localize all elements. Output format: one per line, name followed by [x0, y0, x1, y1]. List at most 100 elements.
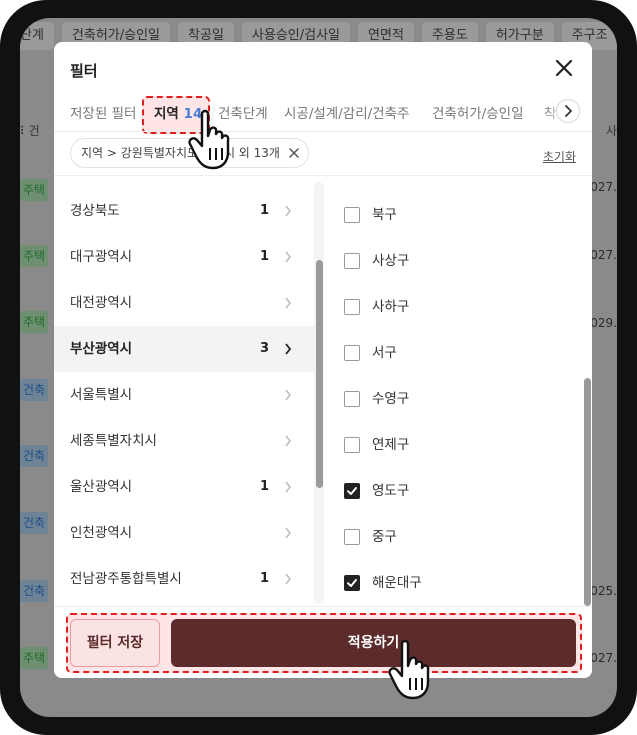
bg-badge: 주택	[20, 647, 48, 669]
tab-saved-filters[interactable]: 저장된 필터	[70, 102, 136, 122]
district-list-scrollbar[interactable]	[584, 378, 591, 606]
bg-date: 025.	[590, 584, 617, 598]
filter-modal: 필터 저장된 필터 지역 14 건축단계 시공/설계/감리/건축주 건축허가/승…	[54, 42, 592, 678]
chevron-right-icon	[285, 343, 292, 355]
district-checkbox[interactable]	[344, 391, 360, 407]
tab-label: 지역	[154, 106, 179, 122]
checkmark-icon	[347, 487, 357, 495]
close-button[interactable]	[552, 56, 576, 80]
chip-text: 지역 > 강원특별자치도	[81, 146, 202, 160]
tab-label: 시공/설계/감리/건축주	[284, 106, 410, 122]
district-checkbox[interactable]	[344, 529, 360, 545]
region-name: 부산광역시	[70, 341, 133, 357]
region-name: 울산광역시	[70, 479, 133, 495]
district-item[interactable]: 해운대구	[334, 560, 574, 604]
pointer-hand-icon	[188, 109, 230, 170]
chevron-right-icon	[285, 389, 291, 401]
district-checkbox-checked[interactable]	[344, 483, 360, 499]
region-count: 1	[260, 203, 270, 218]
district-item[interactable]: 중구	[334, 514, 574, 560]
bg-badge: 건축	[20, 512, 48, 534]
region-item-selected[interactable]: 부산광역시 3	[54, 326, 314, 372]
district-item[interactable]: 사상구	[334, 238, 574, 284]
region-count: 3	[260, 341, 270, 356]
tab-label: 저장된 필터	[70, 106, 137, 122]
bg-badge: 주택	[20, 179, 48, 201]
region-item[interactable]: 인천광역시	[54, 510, 314, 556]
bg-badge: 주택	[20, 311, 48, 333]
district-item[interactable]: 수영구	[334, 376, 574, 422]
region-item[interactable]: 대전광역시	[54, 280, 314, 326]
bg-row-header-left: ⠿ 건	[20, 124, 40, 138]
district-name: 연제구	[372, 437, 410, 453]
district-item[interactable]: 서구	[334, 330, 574, 376]
region-item[interactable]: 경상북도 1	[54, 188, 314, 234]
district-name: 사하구	[372, 299, 410, 315]
region-count: 1	[260, 249, 270, 264]
region-item[interactable]: 세종특별자치시	[54, 418, 314, 464]
bg-badge: 건축	[20, 379, 48, 401]
tab-builder[interactable]: 시공/설계/감리/건축주	[284, 102, 409, 122]
region-item[interactable]: 울산광역시 1	[54, 464, 314, 510]
region-name: 경상북도	[70, 203, 120, 219]
region-list-scrollbar[interactable]	[316, 260, 323, 488]
save-filter-button[interactable]: 필터 저장	[70, 619, 160, 667]
district-checkbox[interactable]	[344, 253, 360, 269]
district-name: 수영구	[372, 391, 410, 407]
device-frame: 단계 건축허가/승인일 착공일 사용승인/검사일 연면적 주용도 허가구분 주구…	[0, 0, 637, 735]
bg-date: 027.	[590, 651, 617, 665]
region-count: 1	[260, 571, 270, 586]
district-checkbox[interactable]	[344, 207, 360, 223]
bg-col-stage: 단계	[20, 22, 54, 50]
district-item[interactable]: 사하구	[334, 284, 574, 330]
divider	[54, 175, 592, 176]
reset-link[interactable]: 초기화	[543, 148, 576, 165]
chip-remove-icon[interactable]	[289, 148, 299, 158]
close-icon	[555, 59, 573, 77]
district-name: 해운대구	[372, 575, 422, 591]
region-name: 서울특별시	[70, 387, 133, 403]
region-list: 경상북도 1 대구광역시 1 대전광역시 부산광역시 3 서울특별시 세종특별자치시 …	[54, 188, 314, 604]
region-name: 전남광주통합특별시	[70, 571, 182, 587]
district-name: 북구	[372, 207, 397, 223]
chevron-right-icon	[285, 435, 291, 447]
district-checkbox[interactable]	[344, 345, 360, 361]
pointer-hand-icon	[388, 639, 430, 700]
bg-badge: 건축	[20, 445, 48, 467]
district-item[interactable]: 북구	[334, 192, 574, 238]
bg-row-header-right: 사	[605, 124, 617, 138]
district-name: 중구	[372, 529, 397, 545]
filter-tabs: 저장된 필터 지역 14 건축단계 시공/설계/감리/건축주 건축허가/승인일 …	[54, 94, 592, 132]
selected-chip-row: 지역 > 강원특별자치도 춘천시 외 13개 초기화	[54, 132, 592, 174]
chevron-right-icon	[285, 205, 291, 217]
bg-date: 027.	[590, 180, 617, 194]
bg-date: 029.	[590, 316, 617, 330]
district-checkbox[interactable]	[344, 299, 360, 315]
district-item[interactable]: 영도구	[334, 468, 574, 514]
apply-button[interactable]: 적용하기	[171, 619, 576, 667]
chevron-right-icon	[285, 573, 291, 585]
chevron-right-icon	[285, 481, 291, 493]
region-name: 대전광역시	[70, 295, 133, 311]
chevron-right-icon	[285, 297, 291, 309]
region-name: 인천광역시	[70, 525, 133, 541]
region-item[interactable]: 대구광역시 1	[54, 234, 314, 280]
chevron-right-icon	[285, 527, 291, 539]
modal-footer: 필터 저장 적용하기	[54, 606, 592, 678]
chevron-right-icon	[285, 251, 291, 263]
modal-title: 필터	[70, 62, 98, 80]
chevron-right-icon	[565, 105, 572, 117]
tab-permit-date[interactable]: 건축허가/승인일	[432, 102, 524, 122]
region-item[interactable]: 전남광주통합특별시 1	[54, 556, 314, 602]
district-checkbox[interactable]	[344, 437, 360, 453]
bg-badge: 건축	[20, 580, 48, 602]
region-count: 1	[260, 479, 270, 494]
tab-label: 건축허가/승인일	[432, 106, 524, 122]
district-item[interactable]: 연제구	[334, 422, 574, 468]
district-checkbox-checked[interactable]	[344, 575, 360, 591]
district-list: 북구 사상구 사하구 서구 수영구 연제구 영도구 중구 해운대구	[334, 192, 574, 604]
region-name: 대구광역시	[70, 249, 133, 265]
bg-date: 027.	[590, 248, 617, 262]
region-item[interactable]: 서울특별시	[54, 372, 314, 418]
tabs-next-button[interactable]	[556, 99, 580, 123]
